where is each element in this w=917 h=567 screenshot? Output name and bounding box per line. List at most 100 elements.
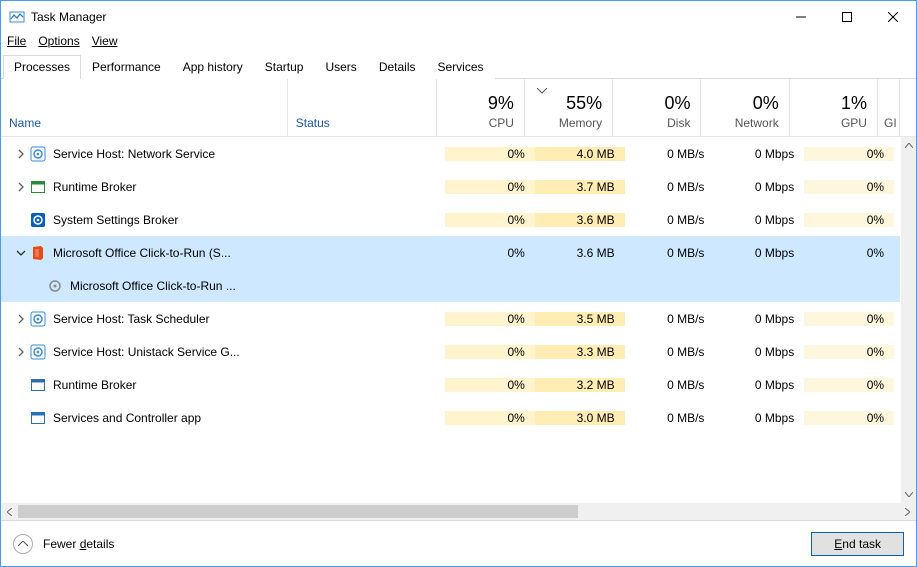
cell-net: 0 Mbps — [714, 246, 804, 260]
menu-file[interactable]: File — [7, 34, 26, 48]
col-disk[interactable]: 0% Disk — [613, 79, 701, 136]
window-controls — [778, 2, 916, 32]
office-icon — [30, 245, 46, 261]
chevron-right-icon[interactable] — [15, 182, 27, 192]
process-row[interactable]: Services and Controller app0%3.0 MB0 MB/… — [1, 401, 916, 434]
cell-cpu: 0% — [445, 180, 535, 194]
process-row[interactable]: Runtime Broker0%3.7 MB0 MB/s0 Mbps0% — [1, 170, 916, 203]
process-name-cell: Services and Controller app — [1, 410, 293, 426]
tabstrip: Processes Performance App history Startu… — [1, 54, 916, 79]
process-row[interactable]: Service Host: Unistack Service G... 0% 3.3… — [1, 335, 916, 368]
cell-cpu: 0% — [445, 312, 535, 326]
process-row[interactable]: Runtime Broker0%3.2 MB0 MB/s0 Mbps0% — [1, 368, 916, 401]
cpu-label: CPU — [489, 116, 514, 130]
cell-disk: 0 MB/s — [625, 345, 715, 359]
cell-net: 0 Mbps — [714, 312, 804, 326]
tab-services[interactable]: Services — [427, 55, 495, 79]
cell-disk: 0 MB/s — [625, 411, 715, 425]
tab-users[interactable]: Users — [314, 55, 367, 79]
scroll-up-icon[interactable] — [901, 137, 916, 154]
col-status[interactable]: Status — [288, 79, 437, 136]
tab-performance[interactable]: Performance — [81, 55, 172, 79]
mem-pct: 55% — [566, 93, 602, 114]
scroll-left-icon[interactable] — [1, 503, 18, 520]
fewer-details-label[interactable]: Fewer details — [43, 537, 114, 551]
process-name-cell: Service Host: Unistack Service G... — [1, 344, 293, 360]
process-name-cell: Service Host: Task Scheduler — [1, 311, 293, 327]
cell-net: 0 Mbps — [714, 180, 804, 194]
col-network[interactable]: 0% Network — [701, 79, 789, 136]
gpu-pct: 1% — [841, 93, 867, 114]
close-button[interactable] — [870, 2, 916, 32]
cpu-pct: 9% — [488, 93, 514, 114]
window-blue-icon — [30, 377, 46, 393]
process-name: Runtime Broker — [53, 180, 136, 194]
process-row[interactable]: Service Host: Network Service 0%4.0 MB0 M… — [1, 137, 916, 170]
cell-mem: 3.3 MB — [535, 345, 625, 359]
cell-disk: 0 MB/s — [625, 180, 715, 194]
tab-processes[interactable]: Processes — [3, 55, 81, 79]
process-row[interactable]: Microsoft Office Click-to-Run (S...0%3.6… — [1, 236, 916, 269]
chevron-right-icon[interactable] — [15, 149, 27, 159]
process-name: Runtime Broker — [53, 378, 136, 392]
process-list: Service Host: Network Service0%4.0 MB0 M… — [1, 137, 916, 503]
col-gpu-engine[interactable]: GI — [878, 79, 900, 136]
scroll-down-icon[interactable] — [901, 486, 916, 503]
end-task-button[interactable]: End task — [811, 532, 904, 556]
process-name-cell: Microsoft Office Click-to-Run (S... — [1, 245, 293, 261]
footer: Fewer details End task — [1, 520, 916, 566]
cell-gpu: 0% — [804, 246, 894, 260]
gear-blue-icon — [30, 344, 46, 360]
gear-solid-icon — [30, 212, 46, 228]
h-scroll-track[interactable] — [18, 503, 899, 520]
process-name-cell: System Settings Broker — [1, 212, 293, 228]
minimize-button[interactable] — [778, 2, 824, 32]
cell-mem: 3.7 MB — [535, 180, 625, 194]
cell-cpu: 0% — [445, 147, 535, 161]
column-headers: Name Status 9% CPU 55% Memory 0% Disk 0%… — [1, 79, 916, 137]
process-name-cell: Runtime Broker — [1, 179, 293, 195]
process-name: Service Host: Task Scheduler — [53, 312, 210, 326]
cell-disk: 0 MB/s — [625, 147, 715, 161]
cell-net: 0 Mbps — [714, 411, 804, 425]
cell-disk: 0 MB/s — [625, 213, 715, 227]
menu-options[interactable]: Options — [38, 34, 79, 48]
chevron-right-icon[interactable] — [15, 314, 27, 324]
col-gpu[interactable]: 1% GPU — [790, 79, 878, 136]
horizontal-scrollbar[interactable] — [1, 503, 916, 520]
window-green-icon — [30, 179, 46, 195]
tab-startup[interactable]: Startup — [254, 55, 315, 79]
cell-gpu: 0% — [804, 345, 894, 359]
disk-pct: 0% — [664, 93, 690, 114]
cell-cpu: 0% — [445, 378, 535, 392]
col-cpu[interactable]: 9% CPU — [437, 79, 525, 136]
maximize-button[interactable] — [824, 2, 870, 32]
task-manager-window: { "title": "Task Manager", "menu": { "fi… — [0, 0, 917, 567]
process-row[interactable]: System Settings Broker0%3.6 MB0 MB/s0 Mb… — [1, 203, 916, 236]
process-row[interactable]: Service Host: Task Scheduler0%3.5 MB0 MB… — [1, 302, 916, 335]
cell-net: 0 Mbps — [714, 213, 804, 227]
scroll-right-icon[interactable] — [899, 503, 916, 520]
fewer-details-icon[interactable] — [13, 534, 33, 554]
cell-disk: 0 MB/s — [625, 378, 715, 392]
cell-gpu: 0% — [804, 312, 894, 326]
cell-mem: 4.0 MB — [535, 147, 625, 161]
process-name-cell: Service Host: Network Service — [1, 146, 293, 162]
vertical-scrollbar[interactable] — [900, 137, 916, 503]
chevron-right-icon[interactable] — [15, 347, 27, 357]
scroll-track[interactable] — [901, 154, 916, 486]
cell-mem: 3.5 MB — [535, 312, 625, 326]
h-scroll-thumb[interactable] — [18, 505, 578, 518]
cell-net: 0 Mbps — [714, 345, 804, 359]
mem-label: Memory — [559, 116, 602, 130]
col-name[interactable]: Name — [1, 79, 288, 136]
col-memory[interactable]: 55% Memory — [525, 79, 613, 136]
cell-cpu: 0% — [445, 246, 535, 260]
process-row[interactable]: Microsoft Office Click-to-Run ... — [1, 269, 916, 302]
menu-view[interactable]: View — [92, 34, 118, 48]
cell-gpu: 0% — [804, 378, 894, 392]
chevron-down-icon[interactable] — [15, 249, 27, 257]
tab-details[interactable]: Details — [368, 55, 427, 79]
tab-app-history[interactable]: App history — [172, 55, 254, 79]
cell-cpu: 0% — [445, 213, 535, 227]
